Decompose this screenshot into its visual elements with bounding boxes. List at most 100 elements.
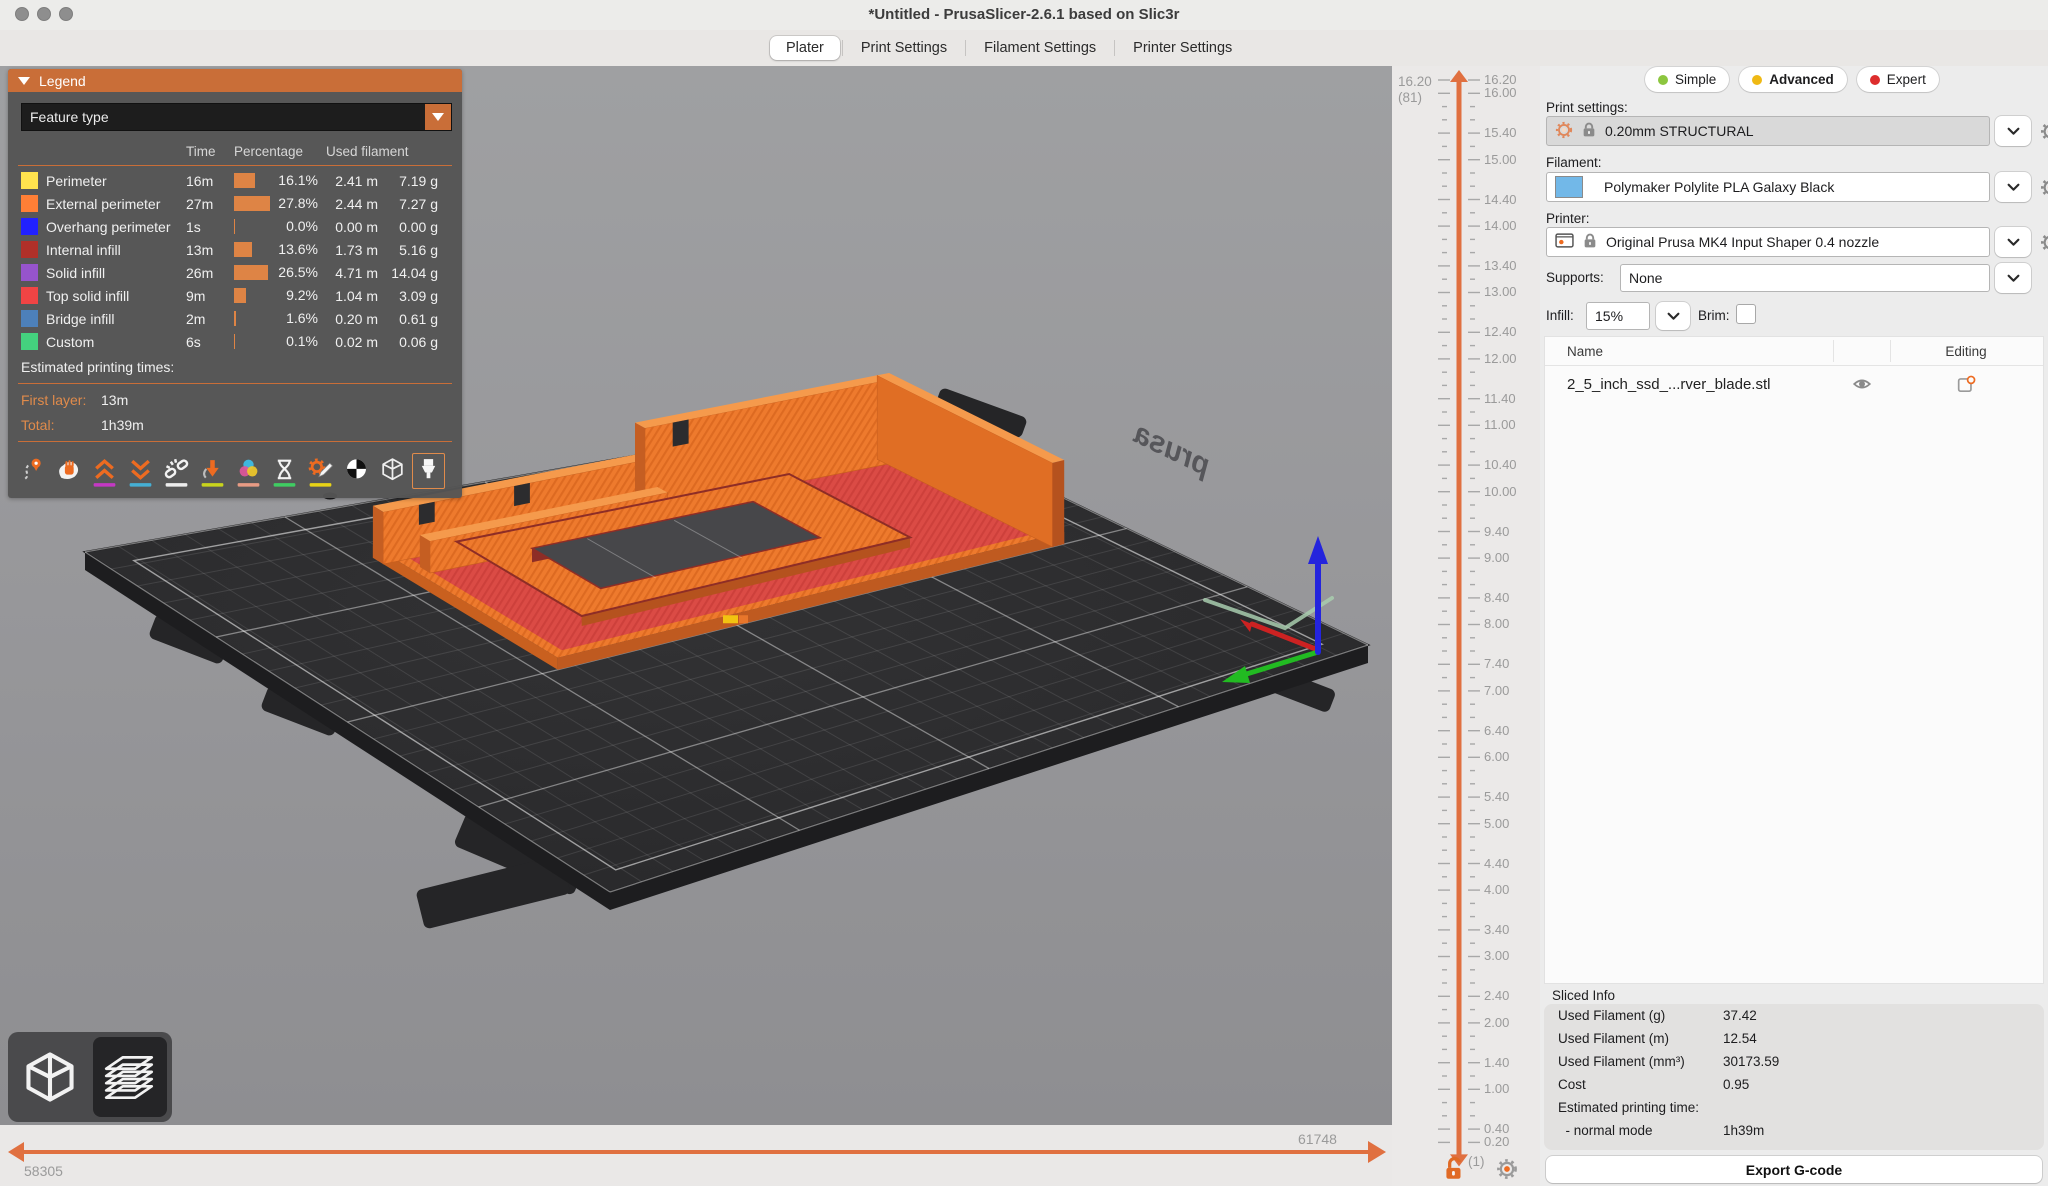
layer-tick-label: 11.00 [1484,417,1516,432]
feature-percentage: 0.1% [286,333,318,349]
percentage-bar-cell: 27.8% [234,196,318,211]
supports-dropdown-button[interactable] [1995,263,2031,293]
object-name: 2_5_inch_ssd_...rver_blade.stl [1545,376,1833,393]
layer-tick-label: 8.00 [1484,616,1509,631]
color-changes-icon[interactable] [232,453,265,489]
percentage-bar [234,288,246,303]
feature-percentage: 27.8% [278,195,318,211]
retractions-icon[interactable] [160,453,193,489]
supports-label: Supports: [1546,270,1604,285]
deretractions-icon[interactable] [196,453,229,489]
move-slider-low-handle[interactable] [8,1142,24,1162]
shells-icon[interactable] [376,453,409,489]
visibility-eye-icon[interactable] [1834,376,1890,392]
layer-tick-label: 5.00 [1484,816,1509,831]
feature-label: Bridge infill [46,311,178,327]
travels-icon[interactable] [16,453,49,489]
tab-printer-settings[interactable]: Printer Settings [1117,36,1248,60]
3d-viewport[interactable]: prusa Legend Feature type Time Percentag… [0,66,1392,1125]
layer-tick-label: 15.00 [1484,152,1517,167]
center-of-mass-icon[interactable] [340,453,373,489]
mode-expert-button[interactable]: Expert [1857,67,1939,92]
tab-filament-settings[interactable]: Filament Settings [968,36,1112,60]
infill-field[interactable]: 15% [1586,302,1650,330]
sliced-info-value: 37.42 [1723,1008,2044,1027]
view-type-select[interactable]: Feature type [21,103,452,131]
sliced-info-label: Used Filament (g) [1558,1008,1723,1027]
brim-checkbox[interactable] [1736,304,1756,324]
object-list-row[interactable]: 2_5_inch_ssd_...rver_blade.stl [1545,366,2043,402]
slow-down-icon[interactable] [124,453,157,489]
layer-tick-label: 3.00 [1484,948,1509,963]
pause-prints-icon[interactable] [268,453,301,489]
feature-weight: 14.04 g [386,265,438,281]
custom-gcodes-icon[interactable] [304,453,337,489]
edit-object-icon[interactable] [1891,375,2041,394]
supports-field[interactable]: None [1620,264,1990,292]
layer-tick-label: 1.40 [1484,1055,1509,1070]
view-type-value: Feature type [22,109,425,125]
layer-lock-icon[interactable] [1442,1156,1466,1186]
legend-header[interactable]: Legend [8,69,462,92]
sliced-info-row: Used Filament (m)12.54 [1544,1027,2044,1050]
print-settings-dropdown-button[interactable] [1995,116,2031,146]
sliced-info-value: 12.54 [1723,1031,2044,1050]
layer-tick-label: 6.40 [1484,723,1509,738]
print-settings-combo[interactable]: 0.20mm STRUCTURAL [1546,116,1990,146]
printer-dropdown-button[interactable] [1995,227,2031,257]
legend-row: Internal infill13m13.6%1.73 m5.16 g [8,238,462,261]
current-tool-icon[interactable] [412,453,445,489]
tab-separator [842,40,843,56]
sliced-info-title: Sliced Info [1552,988,1615,1003]
wipe-icon[interactable] [52,453,85,489]
layer-slider-high-handle[interactable] [1450,70,1468,82]
filament-dropdown-button[interactable] [1995,172,2031,202]
main-tab-bar: PlaterPrint SettingsFilament SettingsPri… [0,30,2048,66]
brim-label: Brim: [1698,308,1730,323]
move-slider-high-handle[interactable] [1368,1141,1386,1163]
filament-gear-icon[interactable] [2040,172,2048,202]
feature-percentage: 26.5% [278,264,318,280]
mode-label: Simple [1675,72,1716,87]
right-sidebar: SimpleAdvancedExpert Print settings: 0.2… [1540,66,2048,1186]
total-value: 1h39m [101,417,449,433]
feature-color-swatch [21,172,38,189]
infill-dropdown-button[interactable] [1656,302,1690,330]
layer-tick-label: 7.40 [1484,656,1509,671]
view-type-dropdown-button[interactable] [425,104,451,130]
move-slider[interactable] [0,1125,1392,1186]
layer-tick-label: 14.40 [1484,192,1517,207]
printer-gear-icon[interactable] [2040,227,2048,257]
seams-icon[interactable] [88,453,121,489]
mode-simple-button[interactable]: Simple [1645,67,1729,92]
layer-slider[interactable] [1392,66,1540,1186]
legend-row: Custom6s0.1%0.02 m0.06 g [8,330,462,353]
feature-label: Internal infill [46,242,178,258]
export-gcode-label: Export G-code [1746,1162,1842,1178]
col-time: Time [186,144,226,159]
total-label: Total: [21,417,101,433]
layer-top-value: 16.20 [1398,74,1432,89]
layer-bottom-count: (1) [1468,1154,1485,1169]
export-gcode-button[interactable]: Export G-code [1546,1156,2042,1183]
mode-advanced-button[interactable]: Advanced [1739,67,1847,92]
editor-view-icon[interactable] [13,1037,87,1117]
feature-length: 1.73 m [326,242,378,258]
layer-tick-label: 2.40 [1484,988,1509,1003]
feature-label: Solid infill [46,265,178,281]
feature-length: 2.44 m [326,196,378,212]
percentage-bar [234,311,236,326]
tab-print-settings[interactable]: Print Settings [845,36,963,60]
printer-combo[interactable]: Original Prusa MK4 Input Shaper 0.4 nozz… [1546,227,1990,257]
percentage-bar-cell: 0.1% [234,334,318,349]
legend-rows: Perimeter16m16.1%2.41 m7.19 gExternal pe… [8,169,462,353]
percentage-bar [234,242,252,257]
layer-tick-label: 10.00 [1484,484,1517,499]
layer-settings-gear-icon[interactable] [1496,1158,1518,1185]
col-percentage: Percentage [234,144,318,159]
percentage-bar-cell: 13.6% [234,242,318,257]
preview-view-icon[interactable] [93,1037,167,1117]
tab-plater[interactable]: Plater [770,36,840,60]
print-settings-gear-icon[interactable] [2040,116,2048,146]
filament-combo[interactable]: Polymaker Polylite PLA Galaxy Black [1546,172,1990,202]
